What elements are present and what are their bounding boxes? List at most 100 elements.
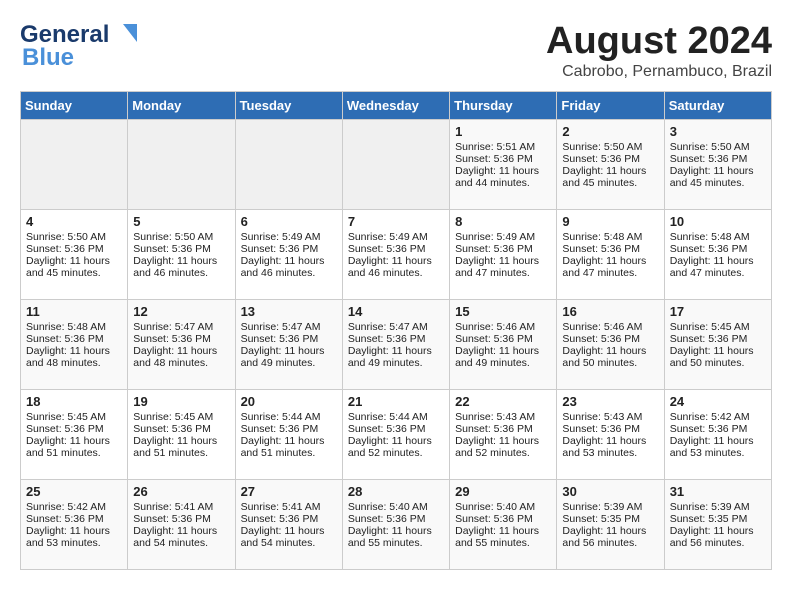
day-header-monday: Monday [128,92,235,120]
calendar-cell: 22Sunrise: 5:43 AMSunset: 5:36 PMDayligh… [450,390,557,480]
daylight-label: Daylight: 11 hours and 45 minutes. [26,255,110,279]
day-number: 18 [26,394,122,409]
sunrise-label: Sunrise: 5:45 AM [133,411,213,423]
sunrise-label: Sunrise: 5:50 AM [26,231,106,243]
day-header-wednesday: Wednesday [342,92,449,120]
day-header-thursday: Thursday [450,92,557,120]
sunrise-label: Sunrise: 5:50 AM [670,141,750,153]
sunrise-label: Sunrise: 5:48 AM [562,231,642,243]
logo: General Blue [20,20,141,72]
daylight-label: Daylight: 11 hours and 45 minutes. [562,165,646,189]
day-number: 21 [348,394,444,409]
day-number: 3 [670,124,766,139]
daylight-label: Daylight: 11 hours and 50 minutes. [670,345,754,369]
calendar-cell: 3Sunrise: 5:50 AMSunset: 5:36 PMDaylight… [664,120,771,210]
sunset-label: Sunset: 5:36 PM [26,243,104,255]
calendar-cell: 1Sunrise: 5:51 AMSunset: 5:36 PMDaylight… [450,120,557,210]
sunset-label: Sunset: 5:36 PM [241,423,319,435]
daylight-label: Daylight: 11 hours and 53 minutes. [670,435,754,459]
day-number: 11 [26,304,122,319]
sunrise-label: Sunrise: 5:39 AM [670,501,750,513]
sunrise-label: Sunrise: 5:40 AM [455,501,535,513]
day-number: 14 [348,304,444,319]
daylight-label: Daylight: 11 hours and 47 minutes. [670,255,754,279]
daylight-label: Daylight: 11 hours and 53 minutes. [26,525,110,549]
sunrise-label: Sunrise: 5:47 AM [133,321,213,333]
daylight-label: Daylight: 11 hours and 54 minutes. [133,525,217,549]
sunrise-label: Sunrise: 5:44 AM [348,411,428,423]
daylight-label: Daylight: 11 hours and 53 minutes. [562,435,646,459]
calendar-cell: 11Sunrise: 5:48 AMSunset: 5:36 PMDayligh… [21,300,128,390]
daylight-label: Daylight: 11 hours and 47 minutes. [562,255,646,279]
calendar-cell: 27Sunrise: 5:41 AMSunset: 5:36 PMDayligh… [235,480,342,570]
sunset-label: Sunset: 5:36 PM [670,153,748,165]
day-number: 28 [348,484,444,499]
calendar-week-2: 4Sunrise: 5:50 AMSunset: 5:36 PMDaylight… [21,210,772,300]
day-number: 7 [348,214,444,229]
day-number: 16 [562,304,658,319]
day-number: 31 [670,484,766,499]
day-number: 5 [133,214,229,229]
sunset-label: Sunset: 5:36 PM [133,243,211,255]
sunrise-label: Sunrise: 5:41 AM [241,501,321,513]
day-header-saturday: Saturday [664,92,771,120]
daylight-label: Daylight: 11 hours and 50 minutes. [562,345,646,369]
calendar-cell: 30Sunrise: 5:39 AMSunset: 5:35 PMDayligh… [557,480,664,570]
sunset-label: Sunset: 5:36 PM [241,513,319,525]
sunrise-label: Sunrise: 5:50 AM [562,141,642,153]
calendar-cell: 16Sunrise: 5:46 AMSunset: 5:36 PMDayligh… [557,300,664,390]
location: Cabrobo, Pernambuco, Brazil [546,63,772,81]
sunset-label: Sunset: 5:36 PM [562,153,640,165]
sunset-label: Sunset: 5:36 PM [562,243,640,255]
sunrise-label: Sunrise: 5:47 AM [348,321,428,333]
calendar-table: SundayMondayTuesdayWednesdayThursdayFrid… [20,91,772,570]
sunrise-label: Sunrise: 5:48 AM [670,231,750,243]
sunset-label: Sunset: 5:36 PM [455,243,533,255]
calendar-week-4: 18 Sunrise: 5:45 AM Sunset: 5:36 PM Dayligh… [21,390,772,480]
day-number: 12 [133,304,229,319]
sunset-label: Sunset: 5:36 PM [348,333,426,345]
day-number: 27 [241,484,337,499]
sunset-label: Sunset: 5:36 PM [133,333,211,345]
calendar-cell: 29Sunrise: 5:40 AMSunset: 5:36 PMDayligh… [450,480,557,570]
sunrise-label: Sunrise: 5:50 AM [133,231,213,243]
day-number: 13 [241,304,337,319]
sunrise-label: Sunrise: 5:43 AM [562,411,642,423]
sunrise-label: Sunrise: 5:48 AM [26,321,106,333]
day-number: 29 [455,484,551,499]
calendar-week-1: 1Sunrise: 5:51 AMSunset: 5:36 PMDaylight… [21,120,772,210]
day-number: 24 [670,394,766,409]
day-number: 22 [455,394,551,409]
daylight-label: Daylight: 11 hours and 52 minutes. [455,435,539,459]
calendar-week-3: 11Sunrise: 5:48 AMSunset: 5:36 PMDayligh… [21,300,772,390]
calendar-cell: 2 Sunrise: 5:50 AMSunset: 5:36 PMDaylight… [557,120,664,210]
logo-icon [111,20,141,50]
day-number: 25 [26,484,122,499]
sunrise-label: Sunrise: 5:41 AM [133,501,213,513]
calendar-body: 1Sunrise: 5:51 AMSunset: 5:36 PMDaylight… [21,120,772,570]
sunrise-label: Sunrise: 5:45 AM [26,411,106,423]
calendar-cell: 10Sunrise: 5:48 AMSunset: 5:36 PMDayligh… [664,210,771,300]
title-area: August 2024 Cabrobo, Pernambuco, Brazil [546,20,772,81]
daylight-label: Daylight: 11 hours and 46 minutes. [241,255,325,279]
sunrise-label: Sunrise: 5:46 AM [455,321,535,333]
sunset-label: Sunset: 5:36 PM [348,513,426,525]
day-number: 1 [455,124,551,139]
sunrise-label: Sunrise: 5:39 AM [562,501,642,513]
daylight-label: Daylight: 11 hours and 46 minutes. [133,255,217,279]
calendar-cell [342,120,449,210]
day-header-tuesday: Tuesday [235,92,342,120]
calendar-cell: 13Sunrise: 5:47 AMSunset: 5:36 PMDayligh… [235,300,342,390]
sunrise-label: Sunrise: 5:51 AM [455,141,535,153]
day-number: 4 [26,214,122,229]
day-number: 15 [455,304,551,319]
day-number: 2 [562,124,658,139]
calendar-cell: 25Sunrise: 5:42 AMSunset: 5:36 PMDayligh… [21,480,128,570]
daylight-label: Daylight: 11 hours and 47 minutes. [455,255,539,279]
calendar-cell: 9Sunrise: 5:48 AMSunset: 5:36 PMDaylight… [557,210,664,300]
sunset-label: Sunset: 5:36 PM [670,333,748,345]
daylight-label: Daylight: 11 hours and 49 minutes. [348,345,432,369]
calendar-cell: 4 Sunrise: 5:50 AMSunset: 5:36 PMDaylight… [21,210,128,300]
sunset-label: Sunset: 5:36 PM [455,153,533,165]
calendar-week-5: 25Sunrise: 5:42 AMSunset: 5:36 PMDayligh… [21,480,772,570]
